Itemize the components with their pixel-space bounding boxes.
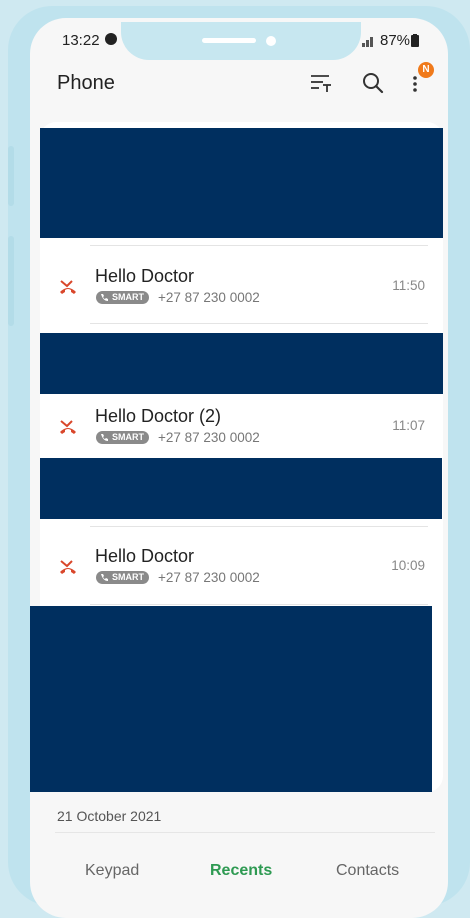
call-time: 11:07 — [392, 418, 425, 433]
date-section-header: 21 October 2021 — [57, 808, 162, 824]
divider — [90, 245, 428, 246]
redacted-block — [40, 458, 442, 519]
redacted-block — [40, 333, 443, 394]
smart-tag: SMART — [96, 291, 149, 304]
notification-badge: N — [418, 62, 434, 78]
front-camera — [266, 36, 276, 46]
power-button — [8, 236, 14, 326]
battery-percent: 87% — [380, 32, 411, 49]
call-time: 10:09 — [391, 558, 425, 573]
smart-tag: SMART — [96, 431, 149, 444]
vibrate-icon — [105, 33, 117, 45]
call-name: Hello Doctor (2) — [95, 406, 222, 426]
call-log-item[interactable]: Hello Doctor (2) SMART +27 87 230 0002 1… — [40, 396, 443, 456]
page-title: Phone — [57, 72, 115, 94]
call-number: +27 87 230 0002 — [158, 570, 260, 585]
divider — [55, 832, 435, 833]
call-time: 11:50 — [392, 278, 425, 293]
search-icon[interactable] — [360, 70, 386, 96]
filter-icon[interactable] — [308, 70, 334, 96]
call-number: +27 87 230 0002 — [158, 290, 260, 305]
tab-recents[interactable]: Recents — [210, 862, 272, 880]
phone-icon — [101, 574, 108, 581]
tab-keypad[interactable]: Keypad — [85, 862, 139, 880]
tab-contacts[interactable]: Contacts — [336, 862, 399, 880]
phone-icon — [101, 434, 108, 441]
divider — [90, 604, 428, 605]
status-time: 13:22 — [62, 32, 100, 49]
speaker — [202, 38, 256, 43]
redacted-block — [40, 128, 443, 238]
call-name: Hello Doctor — [95, 546, 195, 566]
missed-call-icon — [60, 280, 76, 294]
call-log-item[interactable]: Hello Doctor SMART +27 87 230 0002 10:09 — [40, 536, 443, 596]
missed-call-icon — [60, 560, 76, 574]
call-name: Hello Doctor — [95, 266, 195, 286]
divider — [90, 323, 428, 324]
signal-icon — [356, 35, 376, 47]
divider — [90, 526, 428, 527]
redacted-block — [30, 606, 432, 792]
call-number: +27 87 230 0002 — [158, 430, 260, 445]
phone-icon — [101, 294, 108, 301]
volume-button — [8, 146, 14, 206]
smart-tag: SMART — [96, 571, 149, 584]
missed-call-icon — [60, 420, 76, 434]
call-log-item[interactable]: Hello Doctor SMART +27 87 230 0002 11:50 — [40, 256, 443, 316]
battery-icon — [411, 34, 419, 47]
